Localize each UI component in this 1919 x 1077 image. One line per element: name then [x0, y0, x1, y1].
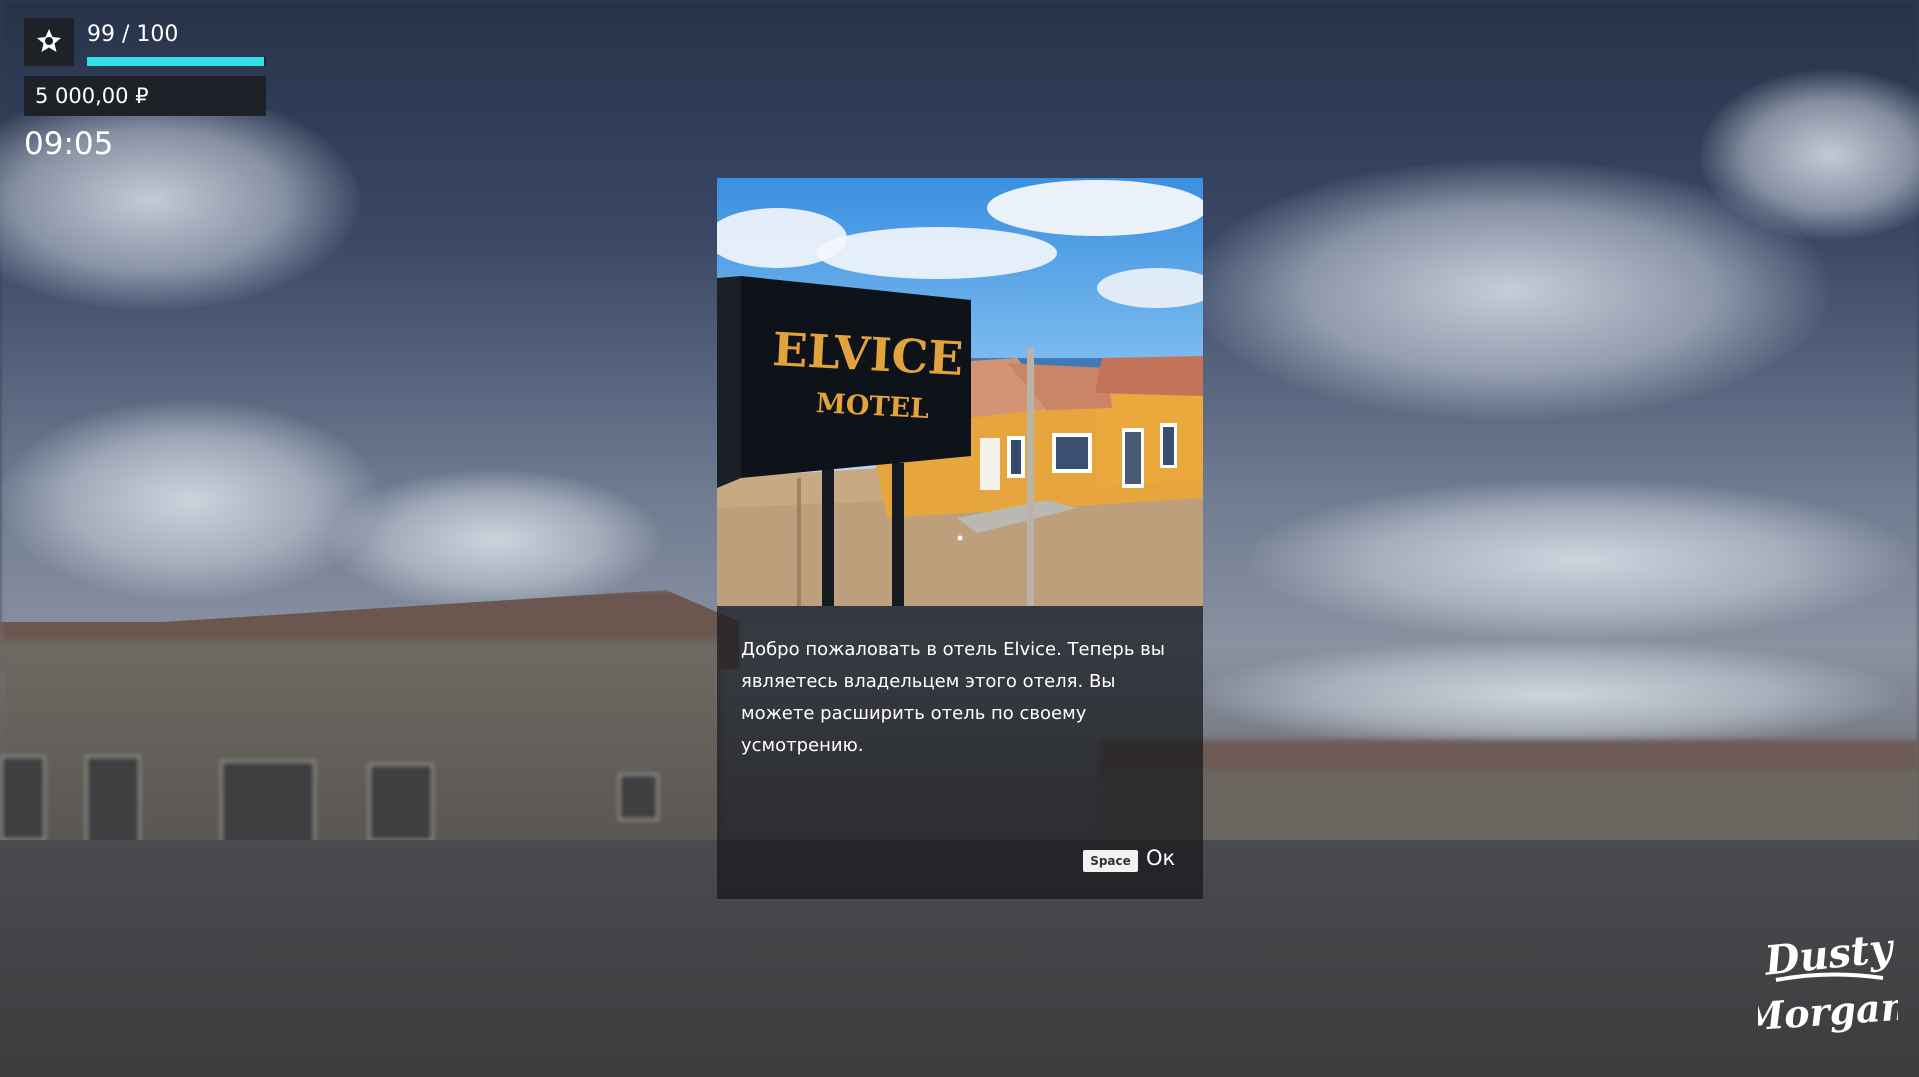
cloud: [1250, 480, 1910, 640]
window: [85, 755, 141, 846]
window: [0, 755, 46, 841]
welcome-dialog: ELVICE MOTEL Добро пожаловать в отель El…: [717, 178, 1203, 899]
rating-bar-fill: [87, 57, 265, 66]
money-display: 5 000,00 ₽: [24, 76, 266, 116]
rating-bar: [87, 57, 266, 66]
motel-building: [1100, 770, 1919, 850]
logo-line2: Morgan: [1758, 983, 1898, 1040]
ok-button-label: Ок: [1146, 846, 1176, 870]
dusty-morgan-logo: Dusty Morgan: [1758, 924, 1898, 1040]
cloud: [1200, 640, 1900, 750]
sign-line1: ELVICE: [771, 322, 964, 386]
motel-preview-image: ELVICE MOTEL: [717, 178, 1203, 606]
money-amount: 5 000,00 ₽: [35, 84, 149, 108]
rating-text: 99 / 100: [87, 22, 179, 47]
space-key-hint: Space: [1083, 850, 1138, 872]
window: [368, 763, 434, 842]
cloud: [330, 470, 660, 610]
motel-illustration: ELVICE MOTEL: [717, 180, 1203, 606]
window: [618, 773, 659, 821]
star-badge-icon: [37, 29, 61, 52]
sign-line2: MOTEL: [815, 388, 930, 425]
game-clock: 09:05: [24, 126, 114, 162]
cloud: [0, 400, 380, 600]
dialog-message: Добро пожаловать в отель Elvice. Теперь …: [741, 639, 1166, 756]
rating-badge: [24, 18, 74, 66]
